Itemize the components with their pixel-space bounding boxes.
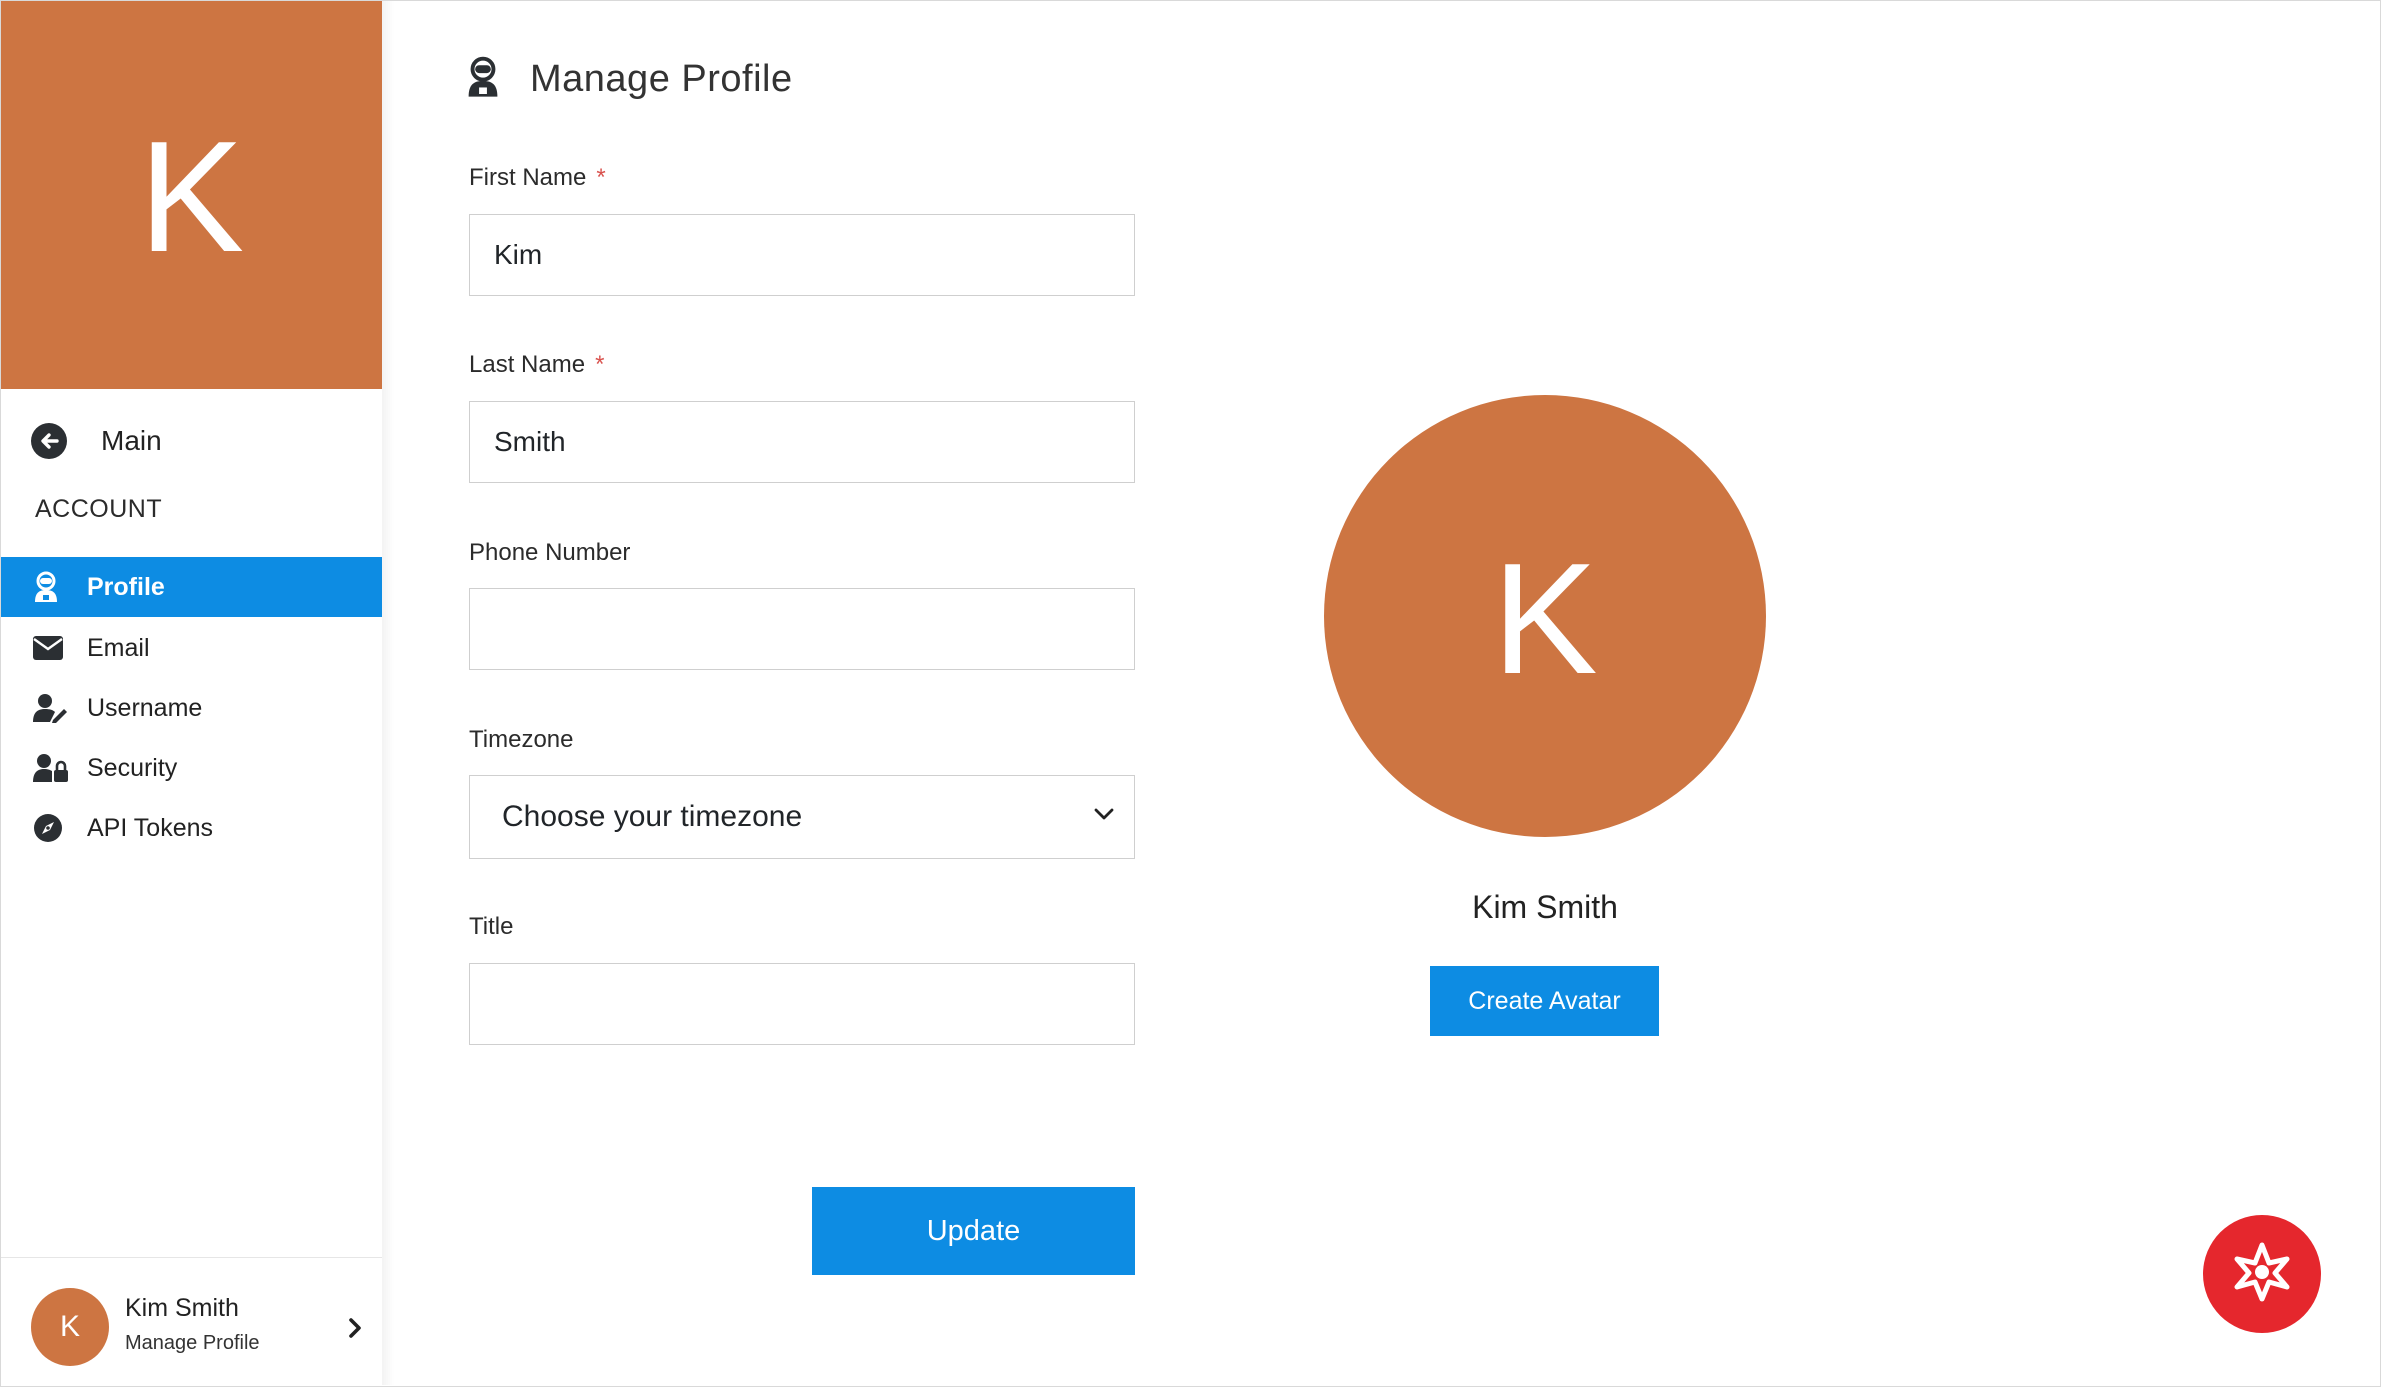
- sidebar-item-label: API Tokens: [87, 813, 214, 842]
- sidebar: K Main ACCOUNT Profile Email Username Se…: [1, 1, 383, 1385]
- first-name-field[interactable]: [469, 214, 1135, 296]
- sidebar-item-email[interactable]: Email: [1, 618, 382, 678]
- footer-user-subtitle: Manage Profile: [125, 1332, 260, 1354]
- sidebar-item-api-tokens[interactable]: API Tokens: [1, 798, 382, 858]
- sidebar-item-label: Email: [87, 633, 150, 662]
- sidebar-item-profile[interactable]: Profile: [1, 557, 382, 617]
- sidebar-item-label: Security: [87, 753, 178, 782]
- page-title: Manage Profile: [530, 58, 793, 100]
- timezone-label: Timezone: [469, 726, 574, 753]
- compass-icon: [33, 813, 73, 843]
- timezone-select[interactable]: Choose your timezone: [469, 775, 1135, 859]
- chevron-right-icon: [347, 1316, 363, 1345]
- user-edit-icon: [33, 693, 73, 723]
- user-robot-icon: [466, 56, 500, 103]
- phone-number-label: Phone Number: [469, 539, 631, 566]
- footer-user-name: Kim Smith: [125, 1294, 239, 1322]
- sidebar-item-username[interactable]: Username: [1, 678, 382, 738]
- asterisk-star-icon: [2227, 1237, 2297, 1312]
- user-lock-icon: [33, 753, 73, 783]
- title-label: Title: [469, 913, 514, 940]
- nav-main-link[interactable]: Main: [31, 421, 162, 461]
- sidebar-item-label: Username: [87, 693, 203, 722]
- update-button[interactable]: Update: [812, 1187, 1135, 1275]
- first-name-label-text: First Name: [469, 164, 587, 191]
- sidebar-item-security[interactable]: Security: [1, 738, 382, 798]
- account-section-heading: ACCOUNT: [35, 495, 163, 523]
- required-mark: *: [595, 351, 605, 378]
- sidebar-divider: [382, 1, 394, 1385]
- profile-avatar-initial: K: [1492, 530, 1598, 707]
- profile-display-name: Kim Smith: [1472, 889, 1618, 925]
- nav-main-label: Main: [101, 425, 162, 456]
- envelope-icon: [33, 636, 73, 660]
- avatar: K: [31, 1288, 109, 1366]
- user-menu-footer[interactable]: K Kim Smith Manage Profile: [1, 1257, 382, 1386]
- first-name-label: First Name *: [469, 164, 606, 192]
- last-name-label-text: Last Name: [469, 351, 586, 378]
- help-widget-button[interactable]: [2203, 1215, 2321, 1333]
- timezone-selected-value: Choose your timezone: [502, 800, 803, 833]
- chevron-down-icon: [1092, 806, 1116, 827]
- page-header: Manage Profile: [466, 56, 793, 103]
- profile-avatar: K: [1324, 395, 1766, 837]
- sidebar-avatar-tile: K: [1, 1, 382, 389]
- title-field[interactable]: [469, 963, 1135, 1045]
- sidebar-avatar-initial: K: [138, 108, 245, 285]
- last-name-label: Last Name *: [469, 351, 604, 379]
- last-name-field[interactable]: [469, 401, 1135, 483]
- user-robot-icon: [33, 571, 73, 603]
- required-mark: *: [596, 164, 606, 191]
- phone-number-field[interactable]: [469, 588, 1135, 670]
- arrow-left-circle-icon: [31, 423, 67, 459]
- create-avatar-button[interactable]: Create Avatar: [1430, 966, 1659, 1036]
- sidebar-item-label: Profile: [87, 572, 165, 601]
